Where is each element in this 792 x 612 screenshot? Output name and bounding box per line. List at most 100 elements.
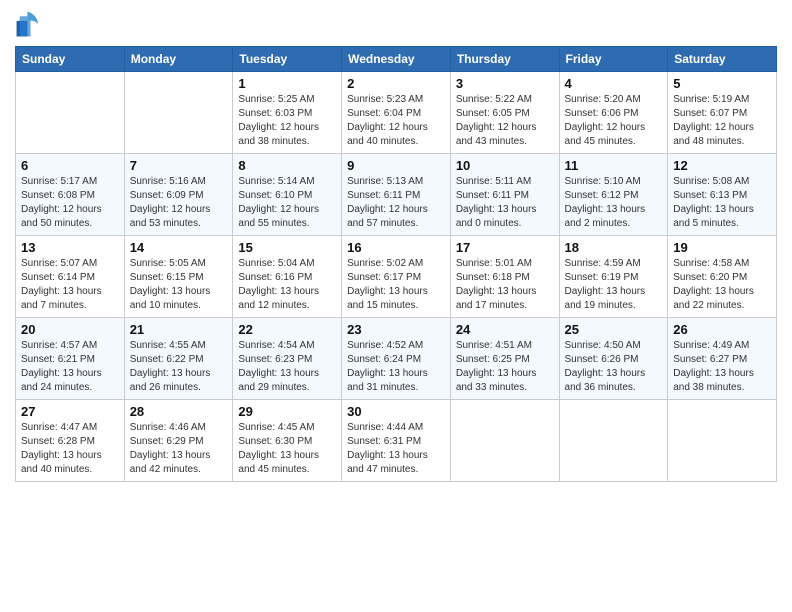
- calendar-cell: 12 Sunrise: 5:08 AMSunset: 6:13 PMDayligh…: [668, 154, 777, 236]
- day-info: Sunrise: 5:04 AMSunset: 6:16 PMDaylight:…: [238, 257, 336, 313]
- calendar-cell: 22 Sunrise: 4:54 AMSunset: 6:23 PMDayligh…: [233, 318, 342, 400]
- day-info: Sunrise: 5:11 AMSunset: 6:11 PMDaylight:…: [456, 175, 554, 231]
- calendar-cell: 25 Sunrise: 4:50 AMSunset: 6:26 PMDayligh…: [559, 318, 668, 400]
- calendar-cell: 18 Sunrise: 4:59 AMSunset: 6:19 PMDayligh…: [559, 236, 668, 318]
- calendar-cell: [16, 72, 125, 154]
- weekday-header-saturday: Saturday: [668, 47, 777, 72]
- day-info: Sunrise: 4:51 AMSunset: 6:25 PMDaylight:…: [456, 339, 554, 395]
- day-info: Sunrise: 5:02 AMSunset: 6:17 PMDaylight:…: [347, 257, 445, 313]
- calendar-cell: 10 Sunrise: 5:11 AMSunset: 6:11 PMDayligh…: [450, 154, 559, 236]
- day-number: 22: [238, 322, 336, 337]
- day-info: Sunrise: 5:22 AMSunset: 6:05 PMDaylight:…: [456, 93, 554, 149]
- page-header: [15, 10, 777, 38]
- day-info: Sunrise: 5:14 AMSunset: 6:10 PMDaylight:…: [238, 175, 336, 231]
- calendar-cell: 14 Sunrise: 5:05 AMSunset: 6:15 PMDayligh…: [124, 236, 233, 318]
- calendar-cell: 11 Sunrise: 5:10 AMSunset: 6:12 PMDayligh…: [559, 154, 668, 236]
- calendar-cell: 6 Sunrise: 5:17 AMSunset: 6:08 PMDaylight…: [16, 154, 125, 236]
- day-number: 4: [565, 76, 663, 91]
- calendar-week-row: 20 Sunrise: 4:57 AMSunset: 6:21 PMDayligh…: [16, 318, 777, 400]
- calendar-cell: 9Sunrise: 5:13 AMSunset: 6:11 PMDaylight…: [342, 154, 451, 236]
- day-info: Sunrise: 5:23 AMSunset: 6:04 PMDaylight:…: [347, 93, 445, 149]
- calendar-cell: [450, 400, 559, 482]
- day-number: 1: [238, 76, 336, 91]
- day-info: Sunrise: 4:59 AMSunset: 6:19 PMDaylight:…: [565, 257, 663, 313]
- calendar-cell: [124, 72, 233, 154]
- calendar-table: SundayMondayTuesdayWednesdayThursdayFrid…: [15, 46, 777, 482]
- day-info: Sunrise: 4:46 AMSunset: 6:29 PMDaylight:…: [130, 421, 228, 477]
- logo: [15, 10, 47, 38]
- calendar-cell: 30 Sunrise: 4:44 AMSunset: 6:31 PMDayligh…: [342, 400, 451, 482]
- weekday-header-sunday: Sunday: [16, 47, 125, 72]
- calendar-cell: 7 Sunrise: 5:16 AMSunset: 6:09 PMDaylight…: [124, 154, 233, 236]
- day-number: 19: [673, 240, 771, 255]
- day-number: 16: [347, 240, 445, 255]
- weekday-header-row: SundayMondayTuesdayWednesdayThursdayFrid…: [16, 47, 777, 72]
- calendar-cell: 13 Sunrise: 5:07 AMSunset: 6:14 PMDayligh…: [16, 236, 125, 318]
- calendar-cell: 8 Sunrise: 5:14 AMSunset: 6:10 PMDaylight…: [233, 154, 342, 236]
- calendar-cell: [668, 400, 777, 482]
- day-info: Sunrise: 5:16 AMSunset: 6:09 PMDaylight:…: [130, 175, 228, 231]
- day-info: Sunrise: 4:45 AMSunset: 6:30 PMDaylight:…: [238, 421, 336, 477]
- day-info: Sunrise: 4:47 AMSunset: 6:28 PMDaylight:…: [21, 421, 119, 477]
- calendar-cell: 26 Sunrise: 4:49 AMSunset: 6:27 PMDayligh…: [668, 318, 777, 400]
- calendar-week-row: 6 Sunrise: 5:17 AMSunset: 6:08 PMDaylight…: [16, 154, 777, 236]
- day-number: 27: [21, 404, 119, 419]
- day-info: Sunrise: 4:52 AMSunset: 6:24 PMDaylight:…: [347, 339, 445, 395]
- day-info: Sunrise: 4:50 AMSunset: 6:26 PMDaylight:…: [565, 339, 663, 395]
- day-info: Sunrise: 5:19 AMSunset: 6:07 PMDaylight:…: [673, 93, 771, 149]
- day-number: 18: [565, 240, 663, 255]
- day-number: 14: [130, 240, 228, 255]
- day-info: Sunrise: 4:58 AMSunset: 6:20 PMDaylight:…: [673, 257, 771, 313]
- day-number: 6: [21, 158, 119, 173]
- day-info: Sunrise: 5:05 AMSunset: 6:15 PMDaylight:…: [130, 257, 228, 313]
- calendar-cell: [559, 400, 668, 482]
- day-info: Sunrise: 5:20 AMSunset: 6:06 PMDaylight:…: [565, 93, 663, 149]
- calendar-cell: 28 Sunrise: 4:46 AMSunset: 6:29 PMDayligh…: [124, 400, 233, 482]
- calendar-cell: 20 Sunrise: 4:57 AMSunset: 6:21 PMDayligh…: [16, 318, 125, 400]
- day-info: Sunrise: 4:57 AMSunset: 6:21 PMDaylight:…: [21, 339, 119, 395]
- day-info: Sunrise: 5:10 AMSunset: 6:12 PMDaylight:…: [565, 175, 663, 231]
- day-info: Sunrise: 5:25 AMSunset: 6:03 PMDaylight:…: [238, 93, 336, 149]
- weekday-header-thursday: Thursday: [450, 47, 559, 72]
- calendar-cell: 4 Sunrise: 5:20 AMSunset: 6:06 PMDaylight…: [559, 72, 668, 154]
- calendar-cell: 24 Sunrise: 4:51 AMSunset: 6:25 PMDayligh…: [450, 318, 559, 400]
- day-number: 2: [347, 76, 445, 91]
- day-info: Sunrise: 5:01 AMSunset: 6:18 PMDaylight:…: [456, 257, 554, 313]
- logo-icon: [15, 10, 43, 38]
- day-number: 20: [21, 322, 119, 337]
- day-number: 24: [456, 322, 554, 337]
- day-number: 8: [238, 158, 336, 173]
- day-number: 25: [565, 322, 663, 337]
- day-info: Sunrise: 4:44 AMSunset: 6:31 PMDaylight:…: [347, 421, 445, 477]
- calendar-cell: 15 Sunrise: 5:04 AMSunset: 6:16 PMDayligh…: [233, 236, 342, 318]
- day-info: Sunrise: 4:49 AMSunset: 6:27 PMDaylight:…: [673, 339, 771, 395]
- day-number: 28: [130, 404, 228, 419]
- calendar-cell: 27 Sunrise: 4:47 AMSunset: 6:28 PMDayligh…: [16, 400, 125, 482]
- calendar-cell: 16 Sunrise: 5:02 AMSunset: 6:17 PMDayligh…: [342, 236, 451, 318]
- day-number: 26: [673, 322, 771, 337]
- day-number: 21: [130, 322, 228, 337]
- day-number: 7: [130, 158, 228, 173]
- day-info: Sunrise: 5:07 AMSunset: 6:14 PMDaylight:…: [21, 257, 119, 313]
- weekday-header-monday: Monday: [124, 47, 233, 72]
- calendar-cell: 17Sunrise: 5:01 AMSunset: 6:18 PMDayligh…: [450, 236, 559, 318]
- calendar-week-row: 27 Sunrise: 4:47 AMSunset: 6:28 PMDayligh…: [16, 400, 777, 482]
- day-info: Sunrise: 5:17 AMSunset: 6:08 PMDaylight:…: [21, 175, 119, 231]
- day-number: 30: [347, 404, 445, 419]
- calendar-cell: 5Sunrise: 5:19 AMSunset: 6:07 PMDaylight…: [668, 72, 777, 154]
- day-number: 10: [456, 158, 554, 173]
- day-info: Sunrise: 4:54 AMSunset: 6:23 PMDaylight:…: [238, 339, 336, 395]
- day-number: 12: [673, 158, 771, 173]
- calendar-week-row: 1 Sunrise: 5:25 AMSunset: 6:03 PMDaylight…: [16, 72, 777, 154]
- calendar-cell: 1 Sunrise: 5:25 AMSunset: 6:03 PMDaylight…: [233, 72, 342, 154]
- weekday-header-tuesday: Tuesday: [233, 47, 342, 72]
- day-info: Sunrise: 4:55 AMSunset: 6:22 PMDaylight:…: [130, 339, 228, 395]
- day-info: Sunrise: 5:08 AMSunset: 6:13 PMDaylight:…: [673, 175, 771, 231]
- calendar-cell: 23 Sunrise: 4:52 AMSunset: 6:24 PMDayligh…: [342, 318, 451, 400]
- day-number: 13: [21, 240, 119, 255]
- day-info: Sunrise: 5:13 AMSunset: 6:11 PMDaylight:…: [347, 175, 445, 231]
- weekday-header-wednesday: Wednesday: [342, 47, 451, 72]
- day-number: 11: [565, 158, 663, 173]
- day-number: 23: [347, 322, 445, 337]
- day-number: 15: [238, 240, 336, 255]
